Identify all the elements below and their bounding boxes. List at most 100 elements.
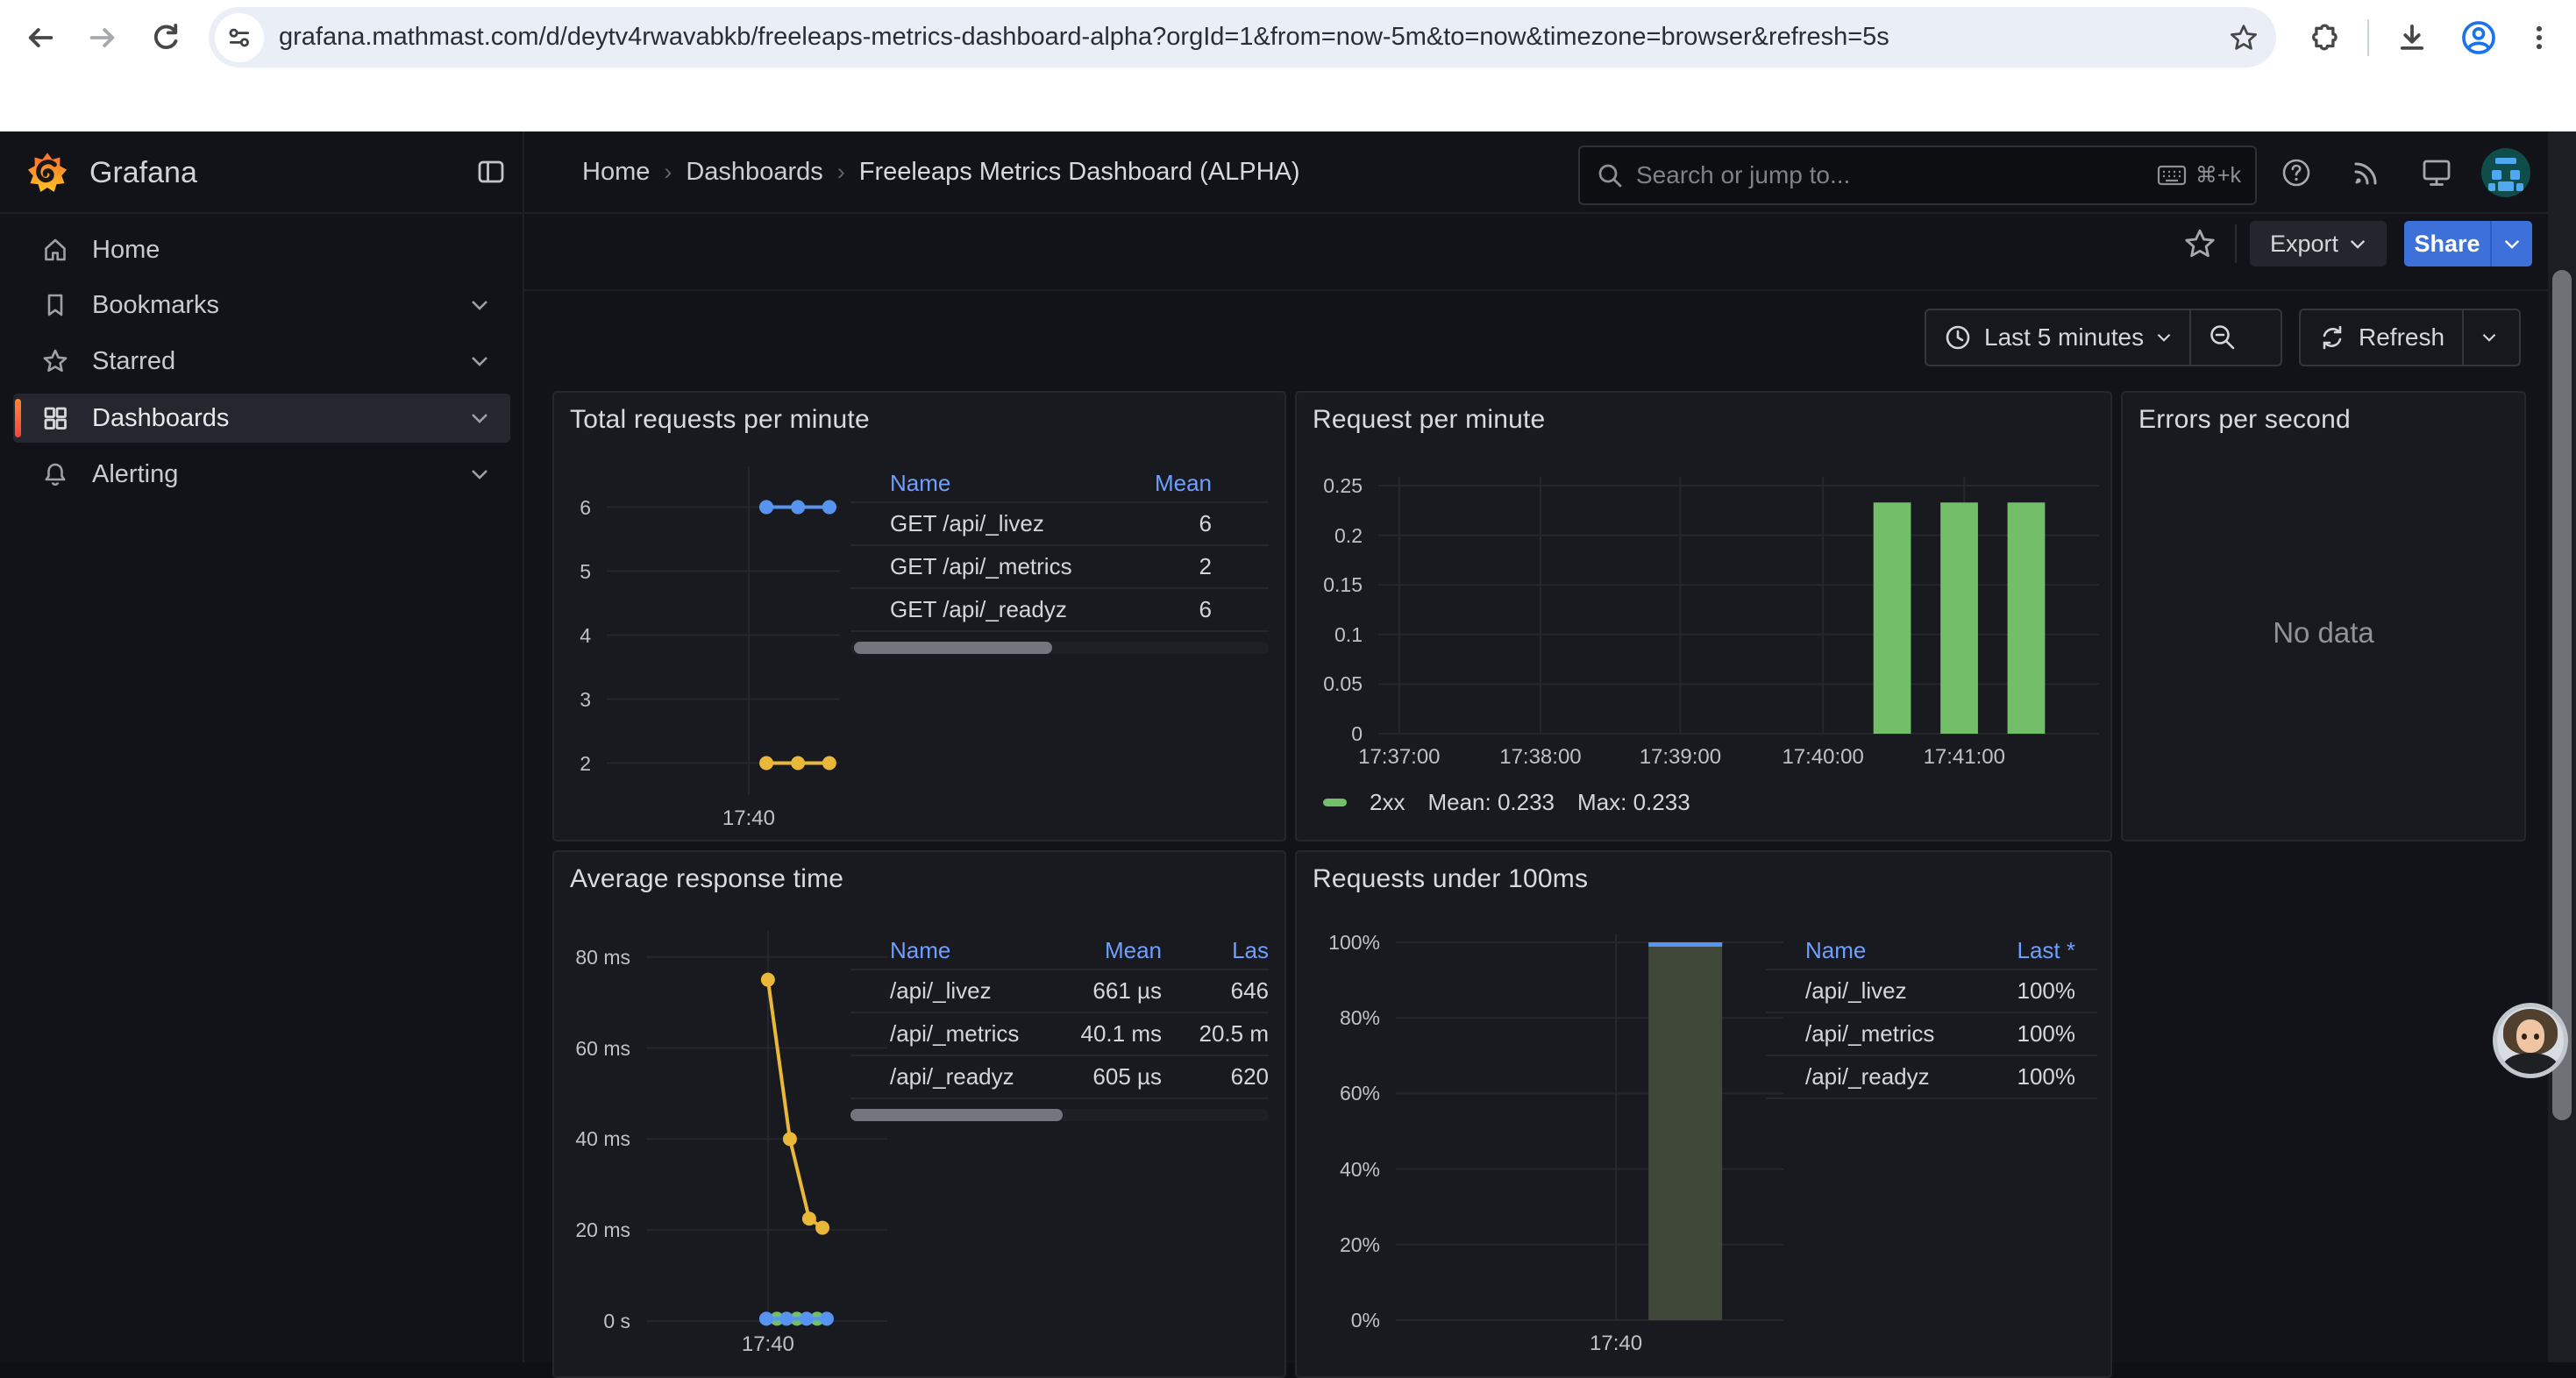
legend-table: NameMeanLas/api/_livez661 µs646/api/_met… <box>850 932 1269 1121</box>
legend-row[interactable]: /api/_metrics40.1 ms20.5 m <box>850 1012 1269 1055</box>
chart-canvas <box>1297 852 2110 1376</box>
breadcrumb-home[interactable]: Home <box>582 158 650 187</box>
chevron-down-icon[interactable] <box>470 355 489 367</box>
panel-title[interactable]: Total requests per minute <box>570 405 870 435</box>
y-tick-label: 60 ms <box>552 1037 630 1061</box>
legend-scrollbar-thumb[interactable] <box>850 1109 1063 1121</box>
kiosk-monitor-icon[interactable] <box>2420 157 2453 188</box>
chevron-down-icon <box>2156 332 2172 343</box>
series-name[interactable]: /api/_readyz <box>890 1063 1053 1090</box>
star-icon <box>41 347 69 375</box>
sidebar-item-home[interactable]: Home <box>13 225 510 274</box>
series-name[interactable]: GET /api/_livez <box>890 510 1098 537</box>
back-icon[interactable] <box>25 22 56 53</box>
legend-scrollbar-track[interactable] <box>850 642 1269 654</box>
floating-assistant-avatar[interactable] <box>2493 1003 2568 1078</box>
series-name[interactable]: GET /api/_metrics <box>890 553 1098 580</box>
legend-row[interactable]: /api/_livez100% <box>1766 969 2097 1012</box>
series-value: 6 <box>1098 510 1212 537</box>
chevron-down-icon[interactable] <box>470 299 489 311</box>
url-bar[interactable]: grafana.mathmast.com/d/deytv4rwavabkb/fr… <box>209 7 2276 67</box>
toolbar-divider <box>2235 224 2237 263</box>
sidebar-item-bookmarks[interactable]: Bookmarks <box>13 281 510 330</box>
series-value: 661 µs <box>1053 977 1162 1005</box>
legend-row[interactable]: GET /api/_readyz6 <box>850 587 1269 630</box>
series-name[interactable]: GET /api/_readyz <box>890 596 1098 623</box>
series-name[interactable]: /api/_livez <box>890 977 1053 1005</box>
y-tick-label: 40 ms <box>552 1127 630 1151</box>
legend-row[interactable]: /api/_readyz100% <box>1766 1055 2097 1097</box>
time-range-picker[interactable]: Last 5 minutes <box>1926 310 2189 365</box>
legend-inline[interactable]: 2xxMean: 0.233Max: 0.233 <box>1323 789 1690 816</box>
y-tick-label: 20 ms <box>552 1218 630 1242</box>
legend-header[interactable]: Name <box>890 937 1053 964</box>
legend-row[interactable]: /api/_metrics100% <box>1766 1012 2097 1055</box>
download-icon[interactable] <box>2395 21 2429 54</box>
legend-row[interactable]: GET /api/_metrics2 <box>850 544 1269 587</box>
sidebar-item-starred[interactable]: Starred <box>13 337 510 386</box>
legend-header[interactable]: Name <box>890 470 1098 497</box>
x-tick-label: 17:41:00 <box>1889 745 2039 770</box>
panel-average-response-time[interactable]: Average response time NameMeanLas/api/_l… <box>552 850 1286 1378</box>
refresh-interval-caret[interactable] <box>2464 310 2515 365</box>
chevron-down-icon[interactable] <box>470 468 489 480</box>
url-text[interactable]: grafana.mathmast.com/d/deytv4rwavabkb/fr… <box>279 23 2218 52</box>
series-name[interactable]: 2xx <box>1370 789 1405 816</box>
site-info-icon[interactable] <box>215 13 264 62</box>
panel-total-requests[interactable]: Total requests per minute NameMeanGET /a… <box>552 391 1286 842</box>
share-button[interactable]: Share <box>2404 221 2490 266</box>
time-range-group: Last 5 minutes <box>1925 309 2282 366</box>
series-name[interactable]: /api/_readyz <box>1805 1063 1970 1090</box>
reload-icon[interactable] <box>150 22 181 53</box>
page-scrollbar-track[interactable] <box>2548 131 2576 1362</box>
panel-title[interactable]: Errors per second <box>2138 405 2351 435</box>
forward-icon[interactable] <box>87 22 118 53</box>
legend-header[interactable]: Last * <box>1970 937 2075 964</box>
breadcrumb-dashboards[interactable]: Dashboards <box>686 158 822 187</box>
sidebar-item-alerting[interactable]: Alerting <box>13 450 510 499</box>
profile-icon[interactable] <box>2460 19 2497 56</box>
panel-title[interactable]: Request per minute <box>1313 405 1545 435</box>
series-value: 40.1 ms <box>1053 1020 1162 1048</box>
zoom-out-button[interactable] <box>2191 310 2254 365</box>
avatar-pixel <box>2498 181 2514 191</box>
panel-errors-per-second[interactable]: Errors per second No data <box>2121 391 2526 842</box>
extensions-icon[interactable] <box>2306 21 2339 54</box>
series-name[interactable]: /api/_livez <box>1805 977 1970 1005</box>
legend-row[interactable]: GET /api/_livez6 <box>850 501 1269 544</box>
sidebar-toggle-icon[interactable] <box>475 156 507 188</box>
legend-header[interactable]: Mean <box>1053 937 1162 964</box>
chevron-down-icon[interactable] <box>470 412 489 424</box>
sidebar-item-label: Home <box>92 236 160 265</box>
legend-scrollbar-track[interactable] <box>850 1109 1269 1121</box>
favorite-star-icon[interactable] <box>2183 227 2217 260</box>
brand-name: Grafana <box>89 156 197 190</box>
news-rss-icon[interactable] <box>2351 157 2382 188</box>
page-scrollbar-thumb[interactable] <box>2552 270 2572 1120</box>
refresh-button[interactable]: Refresh <box>2301 310 2462 365</box>
export-button[interactable]: Export <box>2250 221 2387 266</box>
sidebar-item-dashboards[interactable]: Dashboards <box>13 394 510 443</box>
breadcrumb-separator: › <box>664 159 672 186</box>
legend-header[interactable]: Mean <box>1098 470 1212 497</box>
panel-title[interactable]: Requests under 100ms <box>1313 864 1588 894</box>
legend-row[interactable]: /api/_livez661 µs646 <box>850 969 1269 1012</box>
help-icon[interactable] <box>2281 157 2312 188</box>
share-dropdown-caret[interactable] <box>2490 221 2532 266</box>
panel-title[interactable]: Average response time <box>570 864 843 894</box>
sidebar-item-label: Alerting <box>92 460 178 489</box>
search-input-wrap[interactable]: ⌘+k <box>1578 146 2257 205</box>
legend-header[interactable]: Name <box>1805 937 1970 964</box>
legend-scrollbar-thumb[interactable] <box>854 642 1052 654</box>
legend-header[interactable]: Las <box>1162 937 1269 964</box>
grafana-logo[interactable] <box>26 149 68 195</box>
series-name[interactable]: /api/_metrics <box>1805 1020 1970 1048</box>
bookmark-star-icon[interactable] <box>2229 23 2259 53</box>
panel-request-per-minute[interactable]: Request per minute 2xxMean: 0.233Max: 0.… <box>1295 391 2112 842</box>
panel-requests-under-100ms[interactable]: Requests under 100ms NameLast */api/_liv… <box>1295 850 2112 1378</box>
search-input[interactable] <box>1634 160 2157 190</box>
user-avatar[interactable] <box>2481 148 2530 197</box>
legend-row[interactable]: /api/_readyz605 µs620 <box>850 1055 1269 1097</box>
browser-menu-icon[interactable] <box>2523 22 2555 53</box>
series-name[interactable]: /api/_metrics <box>890 1020 1053 1048</box>
